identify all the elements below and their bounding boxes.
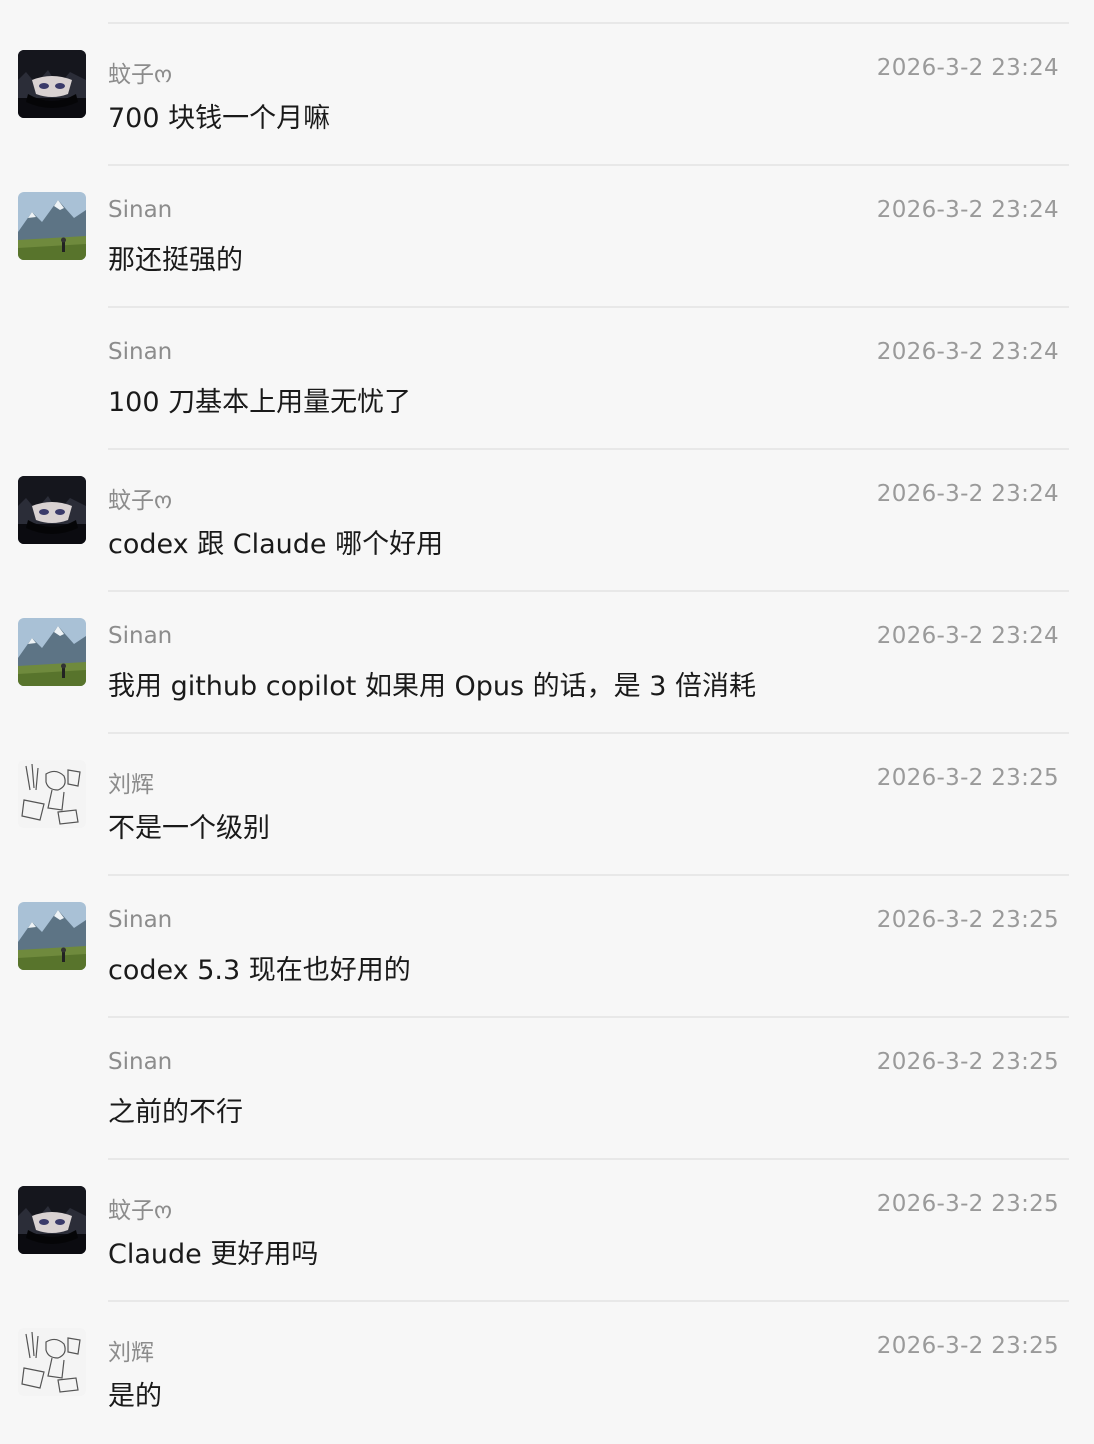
timestamp: 2026-3-2 23:25 [876,1191,1059,1217]
message-row: 蚊子ო 2026-3-2 23:25 Claude 更好用吗 [18,1160,1069,1302]
timestamp: 2026-3-2 23:25 [876,765,1059,791]
mountain-avatar-icon[interactable] [18,192,86,260]
sender-name: 蚊子ო [108,62,173,88]
mountain-avatar-icon[interactable] [18,902,86,970]
message-row: 蚊子ო 2026-3-2 23:24 codex 跟 Claude 哪个好用 [18,450,1069,592]
message-row: 刘辉 2026-3-2 23:25 是的 [18,1302,1069,1444]
timestamp: 2026-3-2 23:25 [876,1333,1059,1359]
timestamp: 2026-3-2 23:24 [876,481,1059,507]
message-text[interactable]: codex 跟 Claude 哪个好用 [108,522,443,561]
timestamp: 2026-3-2 23:24 [876,623,1059,649]
sender-name: 蚊子ო [108,1198,173,1224]
message-row: 蚊子ო 2026-3-2 23:24 700 块钱一个月嘛 [18,24,1069,166]
anime-avatar-icon[interactable] [18,476,86,544]
timestamp: 2026-3-2 23:25 [876,907,1059,933]
sender-name: Sinan [108,623,173,649]
message-row: 刘辉 2026-3-2 23:25 不是一个级别 [18,734,1069,876]
sender-name: 蚊子ო [108,488,173,514]
sketch-avatar-icon[interactable] [18,1328,86,1396]
message-text[interactable]: 那还挺强的 [108,238,243,277]
chat-message-list: 蚊子ო 2026-3-2 23:24 700 块钱一个月嘛 Sinan 2026 [0,0,1094,1428]
sender-name: Sinan [108,907,173,933]
message-row: Sinan 2026-3-2 23:24 我用 github copilot 如… [18,592,1069,734]
message-text[interactable]: 不是一个级别 [108,806,270,845]
sketch-avatar-icon[interactable] [18,760,86,828]
message-text[interactable]: 是的 [108,1374,162,1413]
message-row: Sinan 2026-3-2 23:25 之前的不行 [108,1018,1069,1160]
message-text[interactable]: Claude 更好用吗 [108,1232,318,1271]
sender-name: Sinan [108,339,173,365]
timestamp: 2026-3-2 23:24 [876,197,1059,223]
sender-name: 刘辉 [108,772,154,798]
timestamp: 2026-3-2 23:24 [876,55,1059,81]
timestamp: 2026-3-2 23:25 [876,1049,1059,1075]
message-row: Sinan 2026-3-2 23:24 100 刀基本上用量无忧了 [108,308,1069,450]
anime-avatar-icon[interactable] [18,50,86,118]
sender-name: Sinan [108,1049,173,1075]
message-text[interactable]: 之前的不行 [108,1090,243,1129]
message-row: Sinan 2026-3-2 23:25 codex 5.3 现在也好用的 [18,876,1069,1018]
message-text[interactable]: codex 5.3 现在也好用的 [108,948,411,987]
mountain-avatar-icon[interactable] [18,618,86,686]
message-text[interactable]: 700 块钱一个月嘛 [108,96,330,135]
anime-avatar-icon[interactable] [18,1186,86,1254]
message-text[interactable]: 我用 github copilot 如果用 Opus 的话，是 3 倍消耗 [108,664,756,703]
sender-name: Sinan [108,197,173,223]
timestamp: 2026-3-2 23:24 [876,339,1059,365]
message-row: Sinan 2026-3-2 23:24 那还挺强的 [18,166,1069,308]
message-list: 蚊子ო 2026-3-2 23:24 700 块钱一个月嘛 Sinan 2026 [0,24,1094,1444]
message-text[interactable]: 100 刀基本上用量无忧了 [108,380,411,419]
sender-name: 刘辉 [108,1340,154,1366]
